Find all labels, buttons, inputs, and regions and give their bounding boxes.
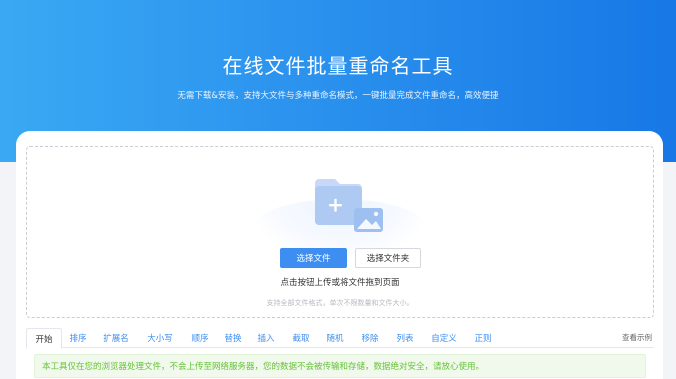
privacy-notice: 本工具仅在您的浏览器处理文件，不会上传至网络服务器，您的数据不会被传输和存储，数… [34,354,646,378]
upload-drop-zone[interactable]: 选择文件 选择文件夹 点击按钮上传或将文件拖到页面 支持全部文件格式，单次不限数… [26,146,654,318]
tab-insert[interactable]: 插入 [248,328,284,348]
upload-hint: 点击按钮上传或将文件拖到页面 [280,278,400,288]
tab-random[interactable]: 随机 [318,328,352,348]
tab-sequence[interactable]: 顺序 [182,328,218,348]
tab-sort[interactable]: 排序 [62,328,94,348]
tab-remove[interactable]: 移除 [352,328,388,348]
folder-image-plus-icon [315,179,383,232]
tab-start[interactable]: 开始 [26,328,62,349]
page-subtitle: 无需下载&安装，支持大文件与多种重命名模式，一键批量完成文件重命名，高效便捷 [177,91,499,101]
tab-replace[interactable]: 替换 [218,328,248,348]
view-example-link[interactable]: 查看示例 [622,332,652,343]
tab-list[interactable]: 列表 [388,328,422,348]
tab-custom[interactable]: 自定义 [422,328,466,348]
rename-mode-tabs: 开始 排序 扩展名 大小写 顺序 替换 插入 截取 随机 移除 列表 自定义 正… [26,328,654,349]
main-card: 选择文件 选择文件夹 点击按钮上传或将文件拖到页面 支持全部文件格式，单次不限数… [16,131,663,379]
tab-extension[interactable]: 扩展名 [94,328,138,348]
tab-truncate[interactable]: 截取 [284,328,318,348]
upload-note: 支持全部文件格式，单次不限数量和文件大小。 [266,299,414,307]
tab-case[interactable]: 大小写 [138,328,182,348]
select-folder-button[interactable]: 选择文件夹 [355,248,421,268]
select-files-button[interactable]: 选择文件 [280,248,347,268]
page-title: 在线文件批量重命名工具 [222,54,454,78]
tab-regex[interactable]: 正则 [466,328,500,348]
